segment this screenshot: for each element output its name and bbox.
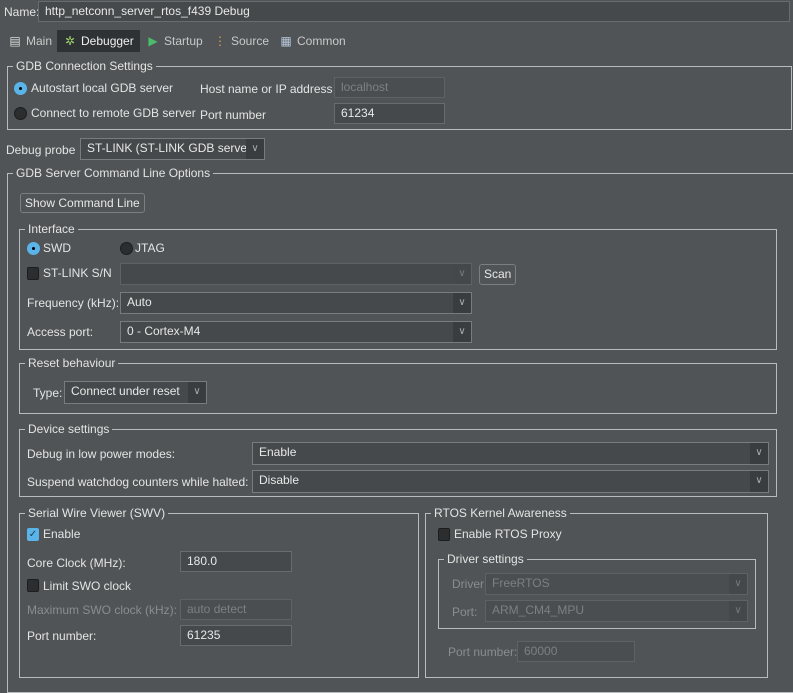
reset-type-label: Type:: [33, 386, 63, 400]
chevron-down-icon: ∨: [453, 293, 471, 313]
show-command-line-button[interactable]: Show Command Line: [20, 193, 145, 213]
swv-port-label: Port number:: [27, 629, 97, 643]
debug-probe-select[interactable]: ST-LINK (ST-LINK GDB server) ∨: [80, 138, 265, 160]
chevron-down-icon: ∨: [729, 574, 747, 594]
host-input[interactable]: localhost: [334, 77, 445, 98]
bug-icon: ✲: [64, 34, 76, 48]
debug-probe-label: Debug probe: [6, 143, 76, 157]
chevron-down-icon: ∨: [453, 322, 471, 342]
tab-source[interactable]: ⋮ Source: [207, 30, 275, 52]
group-title: Reset behaviour: [25, 356, 119, 370]
swv-enable-label: Enable: [43, 527, 81, 541]
select-value: Connect under reset: [71, 384, 180, 398]
chevron-down-icon: ∨: [453, 264, 471, 284]
port-input[interactable]: 61234: [334, 103, 445, 124]
low-power-select[interactable]: Enable ∨: [252, 442, 769, 465]
stlink-sn-label: ST-LINK S/N: [43, 266, 112, 280]
select-value: Auto: [127, 295, 152, 309]
core-clock-label: Core Clock (MHz):: [27, 556, 126, 570]
watchdog-select[interactable]: Disable ∨: [252, 470, 769, 493]
autostart-radio[interactable]: [14, 82, 27, 95]
tab-label: Common: [297, 34, 346, 48]
watchdog-label: Suspend watchdog counters while halted:: [27, 475, 249, 489]
chevron-down-icon: ∨: [729, 601, 747, 621]
rtos-port-label: Port:: [452, 605, 478, 619]
jtag-radio[interactable]: [120, 242, 133, 255]
group-title: Interface: [25, 222, 78, 236]
select-value: ST-LINK (ST-LINK GDB server): [87, 141, 256, 155]
swd-radio[interactable]: [27, 242, 40, 255]
rtos-port-number-label: Port number:: [448, 645, 518, 659]
source-tree-icon: ⋮: [214, 34, 226, 48]
group-title: Serial Wire Viewer (SWV): [25, 506, 169, 520]
reset-type-select[interactable]: Connect under reset ∨: [64, 381, 207, 404]
rtos-proxy-checkbox[interactable]: [438, 528, 450, 541]
swd-label: SWD: [43, 241, 71, 255]
tab-label: Startup: [164, 34, 203, 48]
core-clock-input[interactable]: 180.0: [180, 551, 292, 572]
play-icon: ▶: [148, 34, 158, 48]
table-icon: ▦: [280, 34, 292, 48]
jtag-label: JTAG: [135, 241, 165, 255]
limit-swo-label: Limit SWO clock: [43, 579, 132, 593]
access-port-select[interactable]: 0 - Cortex-M4 ∨: [120, 321, 472, 343]
swv-port-input[interactable]: 61235: [180, 625, 292, 646]
tab-main[interactable]: ▤ Main: [2, 30, 58, 52]
tab-startup[interactable]: ▶ Startup: [140, 30, 209, 52]
remote-radio[interactable]: [14, 107, 27, 120]
remote-label: Connect to remote GDB server: [31, 106, 196, 120]
frequency-select[interactable]: Auto ∨: [120, 292, 472, 314]
max-swo-label: Maximum SWO clock (kHz):: [27, 603, 177, 617]
tab-label: Main: [26, 34, 53, 48]
autostart-label: Autostart local GDB server: [31, 81, 174, 95]
group-title: Driver settings: [444, 552, 527, 566]
host-label: Host name or IP address: [200, 82, 333, 96]
chevron-down-icon: ∨: [188, 382, 206, 403]
port-label: Port number: [200, 108, 267, 122]
select-value: FreeRTOS: [492, 576, 550, 590]
driver-select[interactable]: FreeRTOS ∨: [485, 573, 748, 595]
driver-label: Driver:: [452, 577, 488, 591]
group-title: Device settings: [25, 422, 113, 436]
rtos-port-select[interactable]: ARM_CM4_MPU ∨: [485, 600, 748, 622]
max-swo-input[interactable]: auto detect: [180, 599, 292, 620]
select-value: Disable: [259, 473, 300, 487]
rtos-port-number-input[interactable]: 60000: [517, 641, 635, 662]
swv-enable-checkbox[interactable]: ✓: [27, 528, 39, 541]
tab-common[interactable]: ▦ Common: [273, 30, 352, 52]
stlink-sn-select[interactable]: ∨: [120, 263, 472, 285]
name-label: Name:: [4, 5, 40, 19]
chevron-down-icon: ∨: [246, 139, 264, 159]
tab-label: Debugger: [81, 34, 134, 48]
rtos-proxy-label: Enable RTOS Proxy: [454, 527, 562, 541]
stlink-sn-checkbox[interactable]: [27, 267, 39, 280]
select-value: Enable: [259, 445, 297, 459]
tab-label: Source: [231, 34, 270, 48]
access-port-label: Access port:: [27, 325, 94, 339]
scan-button[interactable]: Scan: [479, 264, 517, 285]
limit-swo-checkbox[interactable]: [27, 579, 39, 592]
select-value: 0 - Cortex-M4: [127, 324, 201, 338]
chevron-down-icon: ∨: [750, 471, 768, 492]
group-title: RTOS Kernel Awareness: [431, 506, 570, 520]
group-title: GDB Server Command Line Options: [13, 166, 214, 180]
chevron-down-icon: ∨: [750, 443, 768, 464]
group-title: GDB Connection Settings: [13, 59, 156, 73]
name-input[interactable]: http_netconn_server_rtos_f439 Debug: [38, 1, 790, 22]
tab-debugger[interactable]: ✲ Debugger: [57, 30, 140, 52]
low-power-label: Debug in low power modes:: [27, 447, 176, 461]
frequency-label: Frequency (kHz):: [27, 296, 120, 310]
document-icon: ▤: [9, 34, 21, 48]
select-value: ARM_CM4_MPU: [492, 603, 585, 617]
